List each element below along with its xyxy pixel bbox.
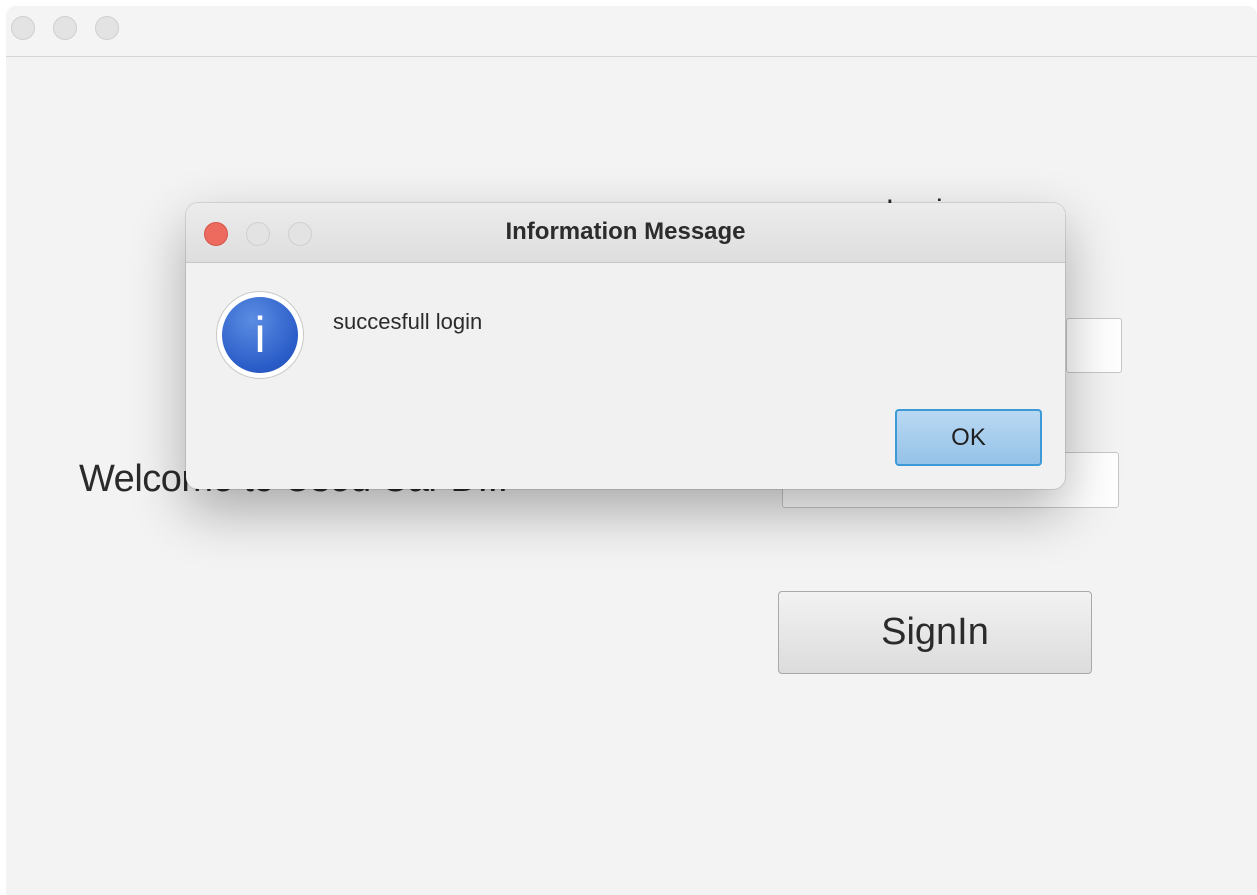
ok-button[interactable]: OK (895, 409, 1042, 466)
dialog-minimize-button[interactable] (246, 222, 270, 246)
window-close-button[interactable] (11, 16, 35, 40)
dialog-message: succesfull login (333, 309, 483, 334)
dialog-close-button[interactable] (204, 222, 228, 246)
main-titlebar (6, 6, 1257, 57)
dialog-title: Information Message (505, 218, 746, 245)
signin-button[interactable]: SignIn (778, 591, 1092, 674)
dialog-zoom-button[interactable] (288, 222, 312, 246)
info-icon-glyph: i (222, 297, 298, 373)
username-field[interactable] (1066, 318, 1122, 373)
dialog-titlebar: Information Message (186, 203, 1065, 263)
info-icon: i (216, 291, 304, 379)
information-dialog: Information Message i succesfull login O… (186, 203, 1065, 489)
window-minimize-button[interactable] (53, 16, 77, 40)
window-zoom-button[interactable] (95, 16, 119, 40)
